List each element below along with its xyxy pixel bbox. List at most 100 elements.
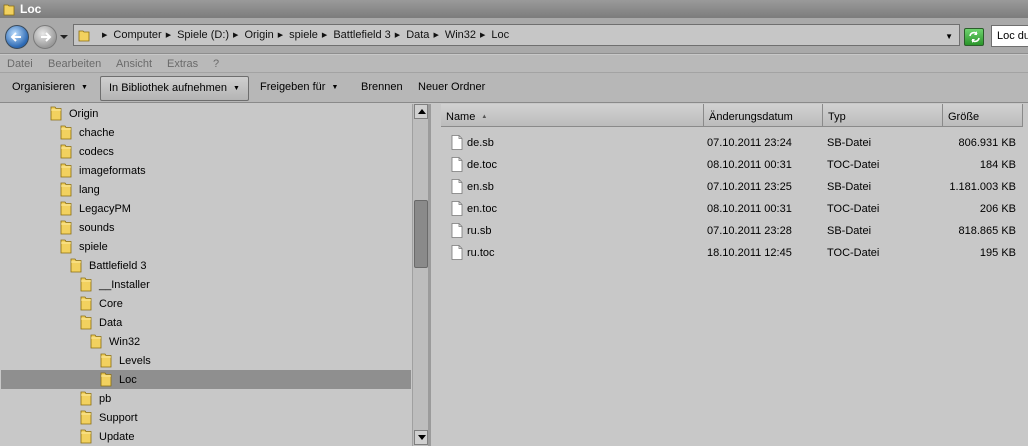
share-with-button[interactable]: Freigeben für ▼ [260, 81, 338, 93]
file-row[interactable]: ru.sb 07.10.2011 23:28 SB-Datei 818.865 KB [431, 220, 1028, 242]
tree-item[interactable]: __Installer [80, 275, 150, 294]
refresh-button[interactable] [964, 28, 984, 46]
file-row[interactable]: en.sb 07.10.2011 23:25 SB-Datei 1.181.003 K… [431, 176, 1028, 198]
file-type: SB-Datei [827, 137, 872, 149]
scrollbar-thumb[interactable] [414, 200, 428, 268]
breadcrumb-item[interactable]: ▶ Win32 [429, 29, 476, 41]
file-list: Name ▲ Änderungsdatum Typ Größe de.sb 07.1… [431, 104, 1028, 446]
document-icon [451, 223, 463, 238]
tree-item[interactable]: Battlefield 3 [70, 256, 146, 275]
sort-ascending-icon: ▲ [481, 114, 488, 120]
tree-item[interactable]: chache [60, 123, 114, 142]
tree-item-label: Update [99, 430, 135, 443]
forward-button[interactable] [33, 25, 57, 49]
add-to-library-button[interactable]: In Bibliothek aufnehmen ▼ [100, 76, 249, 101]
folder-icon [80, 315, 92, 330]
file-row[interactable]: de.toc 08.10.2011 00:31 TOC-Datei 184 KB [431, 154, 1028, 176]
search-input[interactable]: Loc du [991, 25, 1028, 47]
address-dropdown-icon[interactable]: ▼ [945, 32, 953, 41]
chevron-right-icon: ▶ [233, 32, 239, 39]
folder-icon [60, 182, 72, 197]
chevron-right-icon: ▶ [433, 32, 439, 39]
breadcrumb-item[interactable]: ▶ spiele [274, 29, 318, 41]
tree-item[interactable]: imageformats [60, 161, 146, 180]
chevron-right-icon: ▶ [102, 32, 108, 39]
tree-item[interactable]: LegacyPM [60, 199, 131, 218]
organize-button[interactable]: Organisieren ▼ [12, 81, 88, 93]
recent-pages-dropdown[interactable] [60, 33, 68, 41]
folder-icon [80, 277, 92, 292]
breadcrumb-item[interactable]: ▶ Computer [98, 29, 162, 41]
tree-item[interactable]: codecs [60, 142, 114, 161]
chevron-right-icon: ▶ [277, 32, 284, 39]
scroll-up-button[interactable] [414, 104, 428, 119]
column-header-name[interactable]: Name ▲ [441, 104, 704, 127]
tree-item[interactable]: Origin [50, 104, 98, 123]
navigation-scrollbar[interactable] [412, 104, 428, 446]
tree-item[interactable]: sounds [60, 218, 114, 237]
column-header-type[interactable]: Typ [823, 104, 943, 127]
column-header-size[interactable]: Größe [943, 104, 1023, 127]
refresh-icon [969, 31, 980, 43]
tree-item-label: chache [79, 126, 115, 139]
file-row[interactable]: ru.toc 18.10.2011 12:45 TOC-Datei 195 KB [431, 242, 1028, 264]
menu-item-edit[interactable]: Bearbeiten [48, 58, 101, 70]
tree-item-label: sounds [79, 221, 115, 234]
tree-item-label: Win32 [109, 335, 141, 348]
tree-item[interactable]: Loc [1, 370, 411, 389]
organize-label: Organisieren [12, 81, 75, 93]
document-icon [451, 245, 463, 260]
file-size: 818.865 KB [958, 225, 1017, 237]
breadcrumb-label: Win32 [444, 29, 477, 41]
file-row[interactable]: de.sb 07.10.2011 23:24 SB-Datei 806.931 KB [431, 132, 1028, 154]
tree-item[interactable]: Win32 [90, 332, 140, 351]
address-toolbar: ▶ Computer ▶ Spiele (D:) ▶ Origin ▶ spiele ▶ Batt… [0, 18, 1028, 54]
menu-item-help[interactable]: ? [213, 58, 219, 70]
chevron-right-icon: ▶ [165, 32, 172, 39]
file-name: ru.toc [467, 247, 495, 259]
tree-item[interactable]: Data [80, 313, 122, 332]
folder-icon [80, 296, 92, 311]
tree-item-label: pb [99, 392, 112, 405]
back-button[interactable] [5, 25, 29, 49]
tree-item[interactable]: lang [60, 180, 100, 199]
menu-item-file[interactable]: Datei [7, 58, 33, 70]
burn-button[interactable]: Brennen [361, 81, 403, 93]
breadcrumb: ▶ Computer ▶ Spiele (D:) ▶ Origin ▶ spiele ▶ Batt… [98, 29, 509, 41]
tree-item[interactable]: Support [80, 408, 138, 427]
tree-item-label: Origin [69, 107, 99, 120]
file-row[interactable]: en.toc 08.10.2011 00:31 TOC-Datei 206 KB [431, 198, 1028, 220]
scroll-down-button[interactable] [414, 430, 428, 445]
column-header-date[interactable]: Änderungsdatum [704, 104, 823, 127]
menu-item-tools[interactable]: Extras [167, 58, 198, 70]
breadcrumb-label: Computer [113, 29, 162, 41]
breadcrumb-item[interactable]: ▶ Data [391, 29, 430, 41]
tree-item[interactable]: Core [80, 294, 123, 313]
folder-icon [78, 30, 90, 42]
folder-icon [60, 239, 72, 254]
tree-item[interactable]: Update [80, 427, 134, 446]
menu-bar: Datei Bearbeiten Ansicht Extras ? [0, 55, 1028, 73]
folder-icon [60, 144, 72, 159]
breadcrumb-item[interactable]: ▶ Origin [229, 29, 274, 41]
share-with-label: Freigeben für [260, 81, 326, 93]
file-name: en.sb [467, 181, 494, 193]
folder-icon [50, 106, 62, 121]
file-name: ru.sb [467, 225, 492, 237]
breadcrumb-item[interactable]: ▶ Spiele (D:) [162, 29, 229, 41]
tree-item[interactable]: pb [80, 389, 111, 408]
tree-item[interactable]: spiele [60, 237, 108, 256]
address-box[interactable]: ▶ Computer ▶ Spiele (D:) ▶ Origin ▶ spiele ▶ Batt… [73, 24, 960, 46]
menu-item-view[interactable]: Ansicht [116, 58, 152, 70]
file-date: 07.10.2011 23:28 [707, 225, 792, 237]
tree-item[interactable]: Levels [100, 351, 151, 370]
folder-icon [80, 429, 92, 444]
breadcrumb-item[interactable]: ▶ Battlefield 3 [318, 29, 391, 41]
chevron-down-icon: ▼ [233, 85, 240, 92]
navigation-pane: Origin chache codecs imageformats lang Legacy… [0, 104, 412, 446]
new-folder-button[interactable]: Neuer Ordner [418, 81, 485, 93]
folder-icon [3, 4, 15, 16]
breadcrumb-item[interactable]: ▶ Loc [476, 29, 509, 41]
tree-item-label: spiele [79, 240, 108, 253]
chevron-down-icon: ▼ [331, 84, 339, 91]
